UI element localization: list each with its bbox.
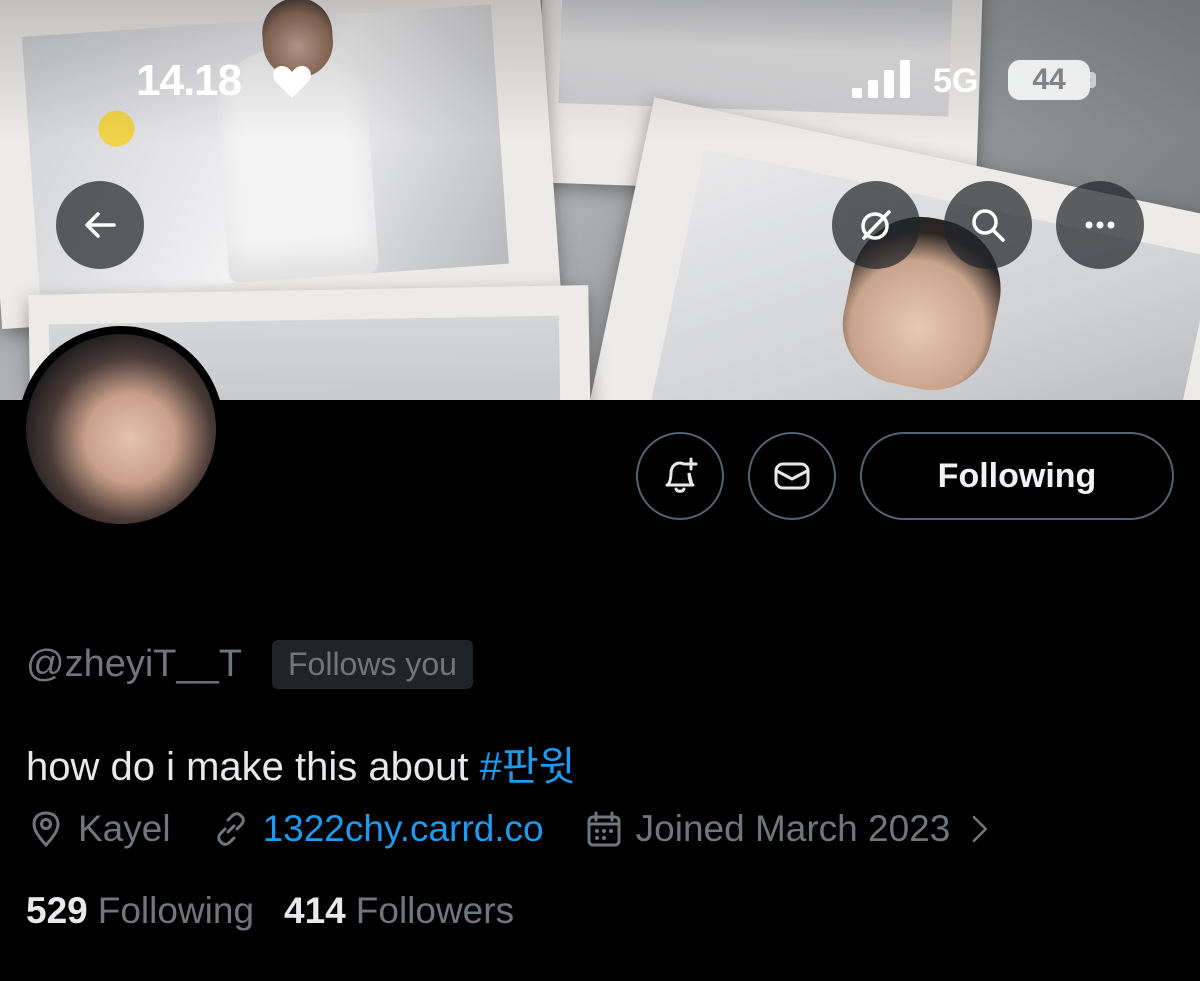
notify-button[interactable] [636,432,724,520]
back-button[interactable] [56,181,144,269]
chevron-right-icon [972,815,988,843]
profile-meta: Kayel 1322chy.carrd.co Joined March 2023 [26,808,996,850]
bio-hashtag-link[interactable]: #판윗 [480,745,576,789]
handle-row: @zheyiT__T Follows you [26,640,473,689]
follows-you-badge: Follows you [271,640,473,689]
battery-level: 44 [1032,63,1066,96]
following-button[interactable]: Following [860,432,1174,520]
website[interactable]: 1322chy.carrd.co [211,808,544,850]
followers-label[interactable]: Followers [356,890,514,932]
status-time: 14.18 [136,56,242,105]
battery-nub [1090,72,1096,88]
bio: how do i make this about #판윗 [26,734,575,792]
join-date-text: Joined March 2023 [635,808,951,849]
avatar-image [26,334,216,524]
link-icon [216,812,245,846]
location-pin-icon [32,811,60,848]
calendar-icon [587,811,621,847]
battery-icon: 44 [1008,60,1090,100]
back-arrow-icon [85,212,116,238]
grok-icon [861,210,891,240]
more-icon [1085,221,1115,229]
bell-plus-icon [665,457,698,493]
avatar[interactable] [18,326,224,532]
signal-icon [852,60,910,98]
join-date[interactable]: Joined March 2023 [584,808,997,850]
followers-count[interactable]: 414 [284,890,346,932]
location-text: Kayel [78,808,171,849]
following-label[interactable]: Following [98,890,254,932]
following-count[interactable]: 529 [26,890,88,932]
website-link[interactable]: 1322chy.carrd.co [263,808,544,850]
search-button[interactable] [944,181,1032,269]
grok-button[interactable] [832,181,920,269]
bio-text: how do i make this about [26,745,480,789]
more-button[interactable] [1056,181,1144,269]
network-type: 5G [933,62,979,100]
heart-icon [273,66,311,98]
message-button[interactable] [748,432,836,520]
search-icon [972,209,1005,242]
follow-stats: 529 Following 414 Followers [26,890,544,932]
user-handle: @zheyiT__T [26,643,242,685]
location: Kayel [26,808,171,850]
envelope-icon [774,462,810,490]
